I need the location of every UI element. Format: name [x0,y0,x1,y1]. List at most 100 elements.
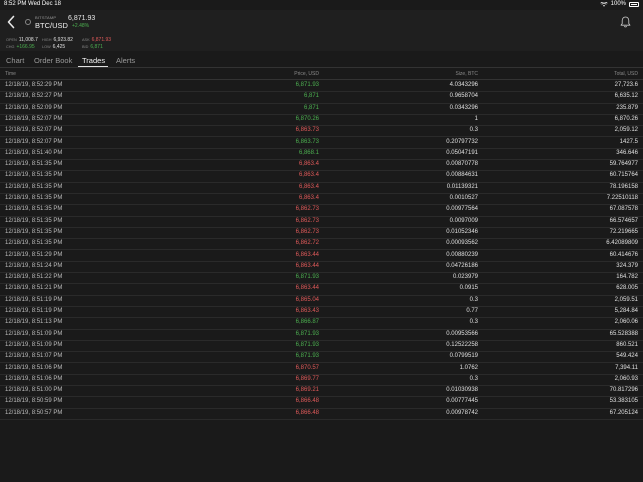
trade-time: 12/18/19, 8:52:07 PM [5,138,63,145]
trade-total: 628.005 [616,285,638,292]
trade-size: 0.77 [466,308,478,314]
trade-price: 6,871.93 [295,353,319,360]
trade-size: 0.3 [469,127,478,134]
tab-order-book[interactable]: Order Book [34,56,72,65]
trade-time: 12/18/19, 8:52:09 PM [5,104,63,111]
trade-total: 6,635.12 [614,93,638,100]
trade-size: 4.0343296 [449,82,478,88]
trade-price: 6,871 [303,104,319,111]
trade-total: 2,059.12 [614,127,638,134]
trade-size: 0.01139321 [446,183,478,190]
market-stats: OPEN 11,008.7 HIGH 6,923.82 ASK 6,871.93 CH… [0,35,643,51]
trade-total: 6,870.26 [614,115,638,122]
exchange-name: BITSTAMP [35,15,57,20]
trade-size: 0.00777445 [446,398,478,405]
trade-time: 12/18/19, 8:51:35 PM [5,195,63,201]
trade-size: 0.01030938 [446,387,478,394]
trade-time: 12/18/19, 8:51:22 PM [5,274,63,281]
trade-size: 0.00953566 [446,330,478,337]
trade-price: 6,863.4 [298,195,319,201]
stat-bid: BID 6,871 [82,44,103,50]
trade-total: 66.574657 [609,217,638,224]
trade-size: 0.3 [469,375,478,382]
trade-total: 2,059.51 [614,296,638,303]
active-tab-indicator [78,66,108,67]
trade-price: 6,863.73 [295,127,319,134]
trade-price: 6,863.44 [295,251,319,258]
column-header-time: Time [5,71,16,77]
market-header: BITSTAMP BTC/USD 6,871.93 +2.48% [0,10,643,35]
trade-price: 6,870.57 [295,364,319,371]
trade-price: 6,866.48 [295,409,319,416]
trade-total: 860.521 [616,341,638,348]
trade-total: 60.414676 [609,251,638,258]
trade-total: 65.528388 [609,330,638,337]
battery-icon [629,1,639,7]
trade-price: 6,871.93 [295,274,319,281]
stat-ask: ASK 6,871.93 [82,37,112,43]
trade-total: 7.22510118 [606,195,638,201]
back-chevron-icon[interactable] [6,15,16,29]
trade-time: 12/18/19, 8:51:35 PM [5,183,63,190]
trade-size: 0.3 [469,296,478,303]
trade-size: 0.01052346 [446,228,478,235]
trade-time: 12/18/19, 8:52:07 PM [5,127,63,134]
status-bar: 8:52 PM Wed Dec 18 100% [0,0,643,10]
trade-total: 5,284.84 [614,308,638,314]
trade-size: 0.05047191 [446,149,478,156]
trade-size: 0.12522258 [446,341,478,348]
trade-size: 0.0343296 [449,104,478,111]
trade-size: 0.00093562 [446,240,478,247]
trade-total: 78.196158 [609,183,638,190]
trade-total: 1427.5 [619,138,638,145]
trade-size: 0.00977564 [446,206,478,213]
trade-total: 60.715764 [609,172,638,179]
stat-high: HIGH 6,923.82 [42,37,73,43]
trade-time: 12/18/19, 8:51:09 PM [5,330,63,337]
price-change-percent: +2.48% [72,23,90,29]
trade-price: 6,863.4 [298,172,319,179]
trade-total: 549.424 [616,353,638,360]
trade-total: 59.764977 [609,161,638,168]
tab-trades[interactable]: Trades [82,56,105,65]
trade-size: 0.00884631 [446,172,478,179]
trade-price: 6,863.4 [298,183,319,190]
trade-time: 12/18/19, 8:51:06 PM [5,364,63,371]
trade-size: 0.0799519 [449,353,478,360]
trade-price: 6,869.77 [295,375,319,382]
trade-size: 0.0097009 [449,217,478,224]
trade-total: 67.087578 [609,206,638,213]
tab-alerts[interactable]: Alerts [116,56,135,65]
trade-total: 7,394.11 [615,364,638,371]
coin-icon [25,19,31,25]
trade-time: 12/18/19, 8:50:59 PM [5,398,63,405]
trade-total: 27,723.6 [614,82,638,88]
trade-price: 6,862.73 [295,228,319,235]
column-header-price: Price, USD [294,71,319,77]
trade-time: 12/18/19, 8:51:21 PM [5,285,63,292]
trade-price: 6,863.44 [295,262,319,269]
wifi-icon [600,1,608,7]
trade-time: 12/18/19, 8:51:29 PM [5,251,63,258]
trade-size: 0.0915 [459,285,478,292]
trade-time: 12/18/19, 8:51:35 PM [5,240,63,247]
trade-time: 12/18/19, 8:51:40 PM [5,149,63,156]
trades-column-headers: Time Price, USD Size, BTC Total, USD [0,70,643,80]
trade-time: 12/18/19, 8:51:00 PM [5,387,63,394]
tab-chart[interactable]: Chart [6,56,24,65]
battery-percent: 100% [610,1,626,7]
trade-total: 6.42089809 [606,240,638,247]
trade-total: 346.646 [616,149,638,156]
alert-bell-icon[interactable] [620,16,631,28]
trade-price: 6,862.72 [295,240,319,247]
trade-size: 0.3 [469,319,478,326]
trade-price: 6,871.93 [295,330,319,337]
trade-total: 235.879 [616,104,638,111]
trade-size: 0.0010527 [449,195,478,201]
trade-time: 12/18/19, 8:51:07 PM [5,353,63,360]
trade-row: 12/18/19, 8:50:57 PM 6,866.48 0.00978742 67… [0,408,643,420]
trade-total: 2,060.06 [614,319,638,326]
trade-time: 12/18/19, 8:51:13 PM [5,319,63,326]
stat-open: OPEN 11,008.7 [6,37,38,43]
trade-total: 67.205124 [609,409,638,416]
